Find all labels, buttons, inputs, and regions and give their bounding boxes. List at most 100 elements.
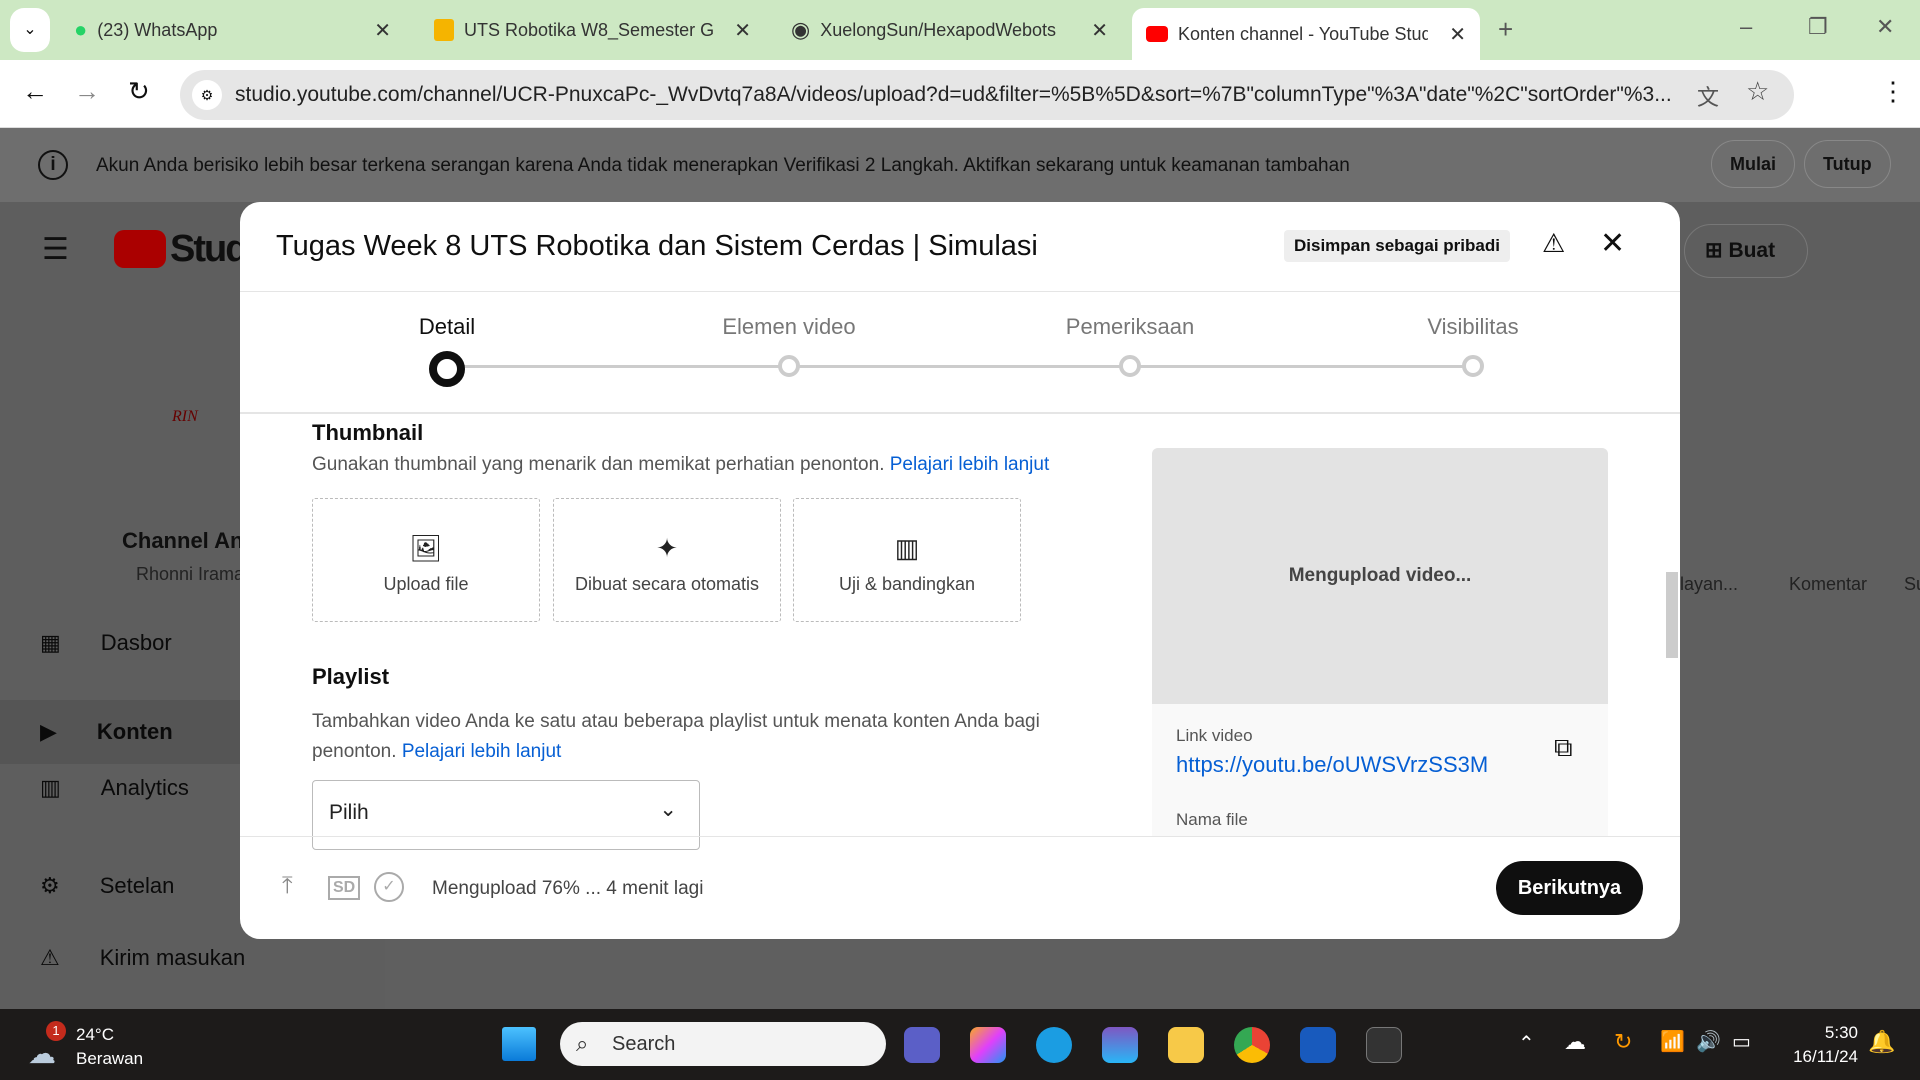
step-detail[interactable]: Detail <box>419 314 475 340</box>
playlist-select[interactable]: Pilih ⌄ <box>312 780 700 850</box>
nav-feedback[interactable]: ⚠ Kirim masukan <box>40 945 245 971</box>
tab-youtube-studio[interactable]: Konten channel - YouTube Stud ✕ <box>1132 8 1480 60</box>
close-window-icon[interactable]: ✕ <box>1876 14 1894 40</box>
volume-icon[interactable]: 🔊 <box>1696 1029 1721 1054</box>
notification-badge: 1 <box>46 1021 66 1041</box>
show-hidden-icons[interactable]: ⌃ <box>1518 1031 1535 1056</box>
feedback-icon: ⚠ <box>40 945 60 970</box>
video-link[interactable]: https://youtu.be/oUWSVrzSS3M <box>1176 752 1488 778</box>
chart-icon: ▥ <box>894 533 920 563</box>
reload-icon[interactable]: ↻ <box>128 76 150 107</box>
step-checks[interactable]: Pemeriksaan <box>1066 314 1194 340</box>
bg-tab: layan... <box>1680 574 1739 594</box>
dialog-scrollbar[interactable] <box>1666 572 1678 658</box>
video-preview-panel: Mengupload video... Link video https://y… <box>1152 448 1608 836</box>
edge-icon[interactable] <box>1036 1027 1072 1063</box>
onedrive-icon[interactable]: ☁ <box>1564 1029 1586 1055</box>
browser-tab-bar: ⌄ ● (23) WhatsApp ✕ UTS Robotika W8_Semest… <box>0 0 1920 60</box>
sheets-icon <box>434 19 454 41</box>
back-icon[interactable]: ← <box>22 76 48 107</box>
sync-icon[interactable]: ↻ <box>1614 1029 1632 1055</box>
bing-icon[interactable] <box>1102 1027 1138 1063</box>
tab-search-button[interactable]: ⌄ <box>10 8 50 52</box>
sparkle-icon: ✦ <box>656 533 678 563</box>
close-tab-icon[interactable]: ✕ <box>734 18 751 43</box>
analytics-icon: ▥ <box>40 775 61 800</box>
file-explorer-icon[interactable] <box>1168 1027 1204 1063</box>
thumbnail-desc: Gunakan thumbnail yang menarik dan memik… <box>312 454 1050 475</box>
url-input[interactable]: studio.youtube.com/channel/UCR-PnuxcaPc-… <box>180 70 1794 120</box>
terminal-icon[interactable] <box>1366 1027 1402 1063</box>
content-icon: ▶ <box>40 719 57 744</box>
nav-analytics[interactable]: ▥ Analytics <box>40 775 189 801</box>
thumbnail-heading: Thumbnail <box>312 420 424 445</box>
notifications-bell-icon[interactable]: 🔔 <box>1868 1029 1895 1055</box>
sd-icon: SD <box>328 876 361 900</box>
upload-icon: ⤒ <box>282 872 293 899</box>
upload-dialog: Tugas Week 8 UTS Robotika dan Sistem Cer… <box>240 202 1680 939</box>
report-icon[interactable]: ⚠ <box>1542 228 1565 259</box>
chrome-icon[interactable] <box>1234 1027 1270 1063</box>
tab-github[interactable]: ◉ XuelongSun/HexapodWebots ✕ <box>777 8 1122 52</box>
check-icon: ✓ <box>374 872 404 902</box>
nav-setelan[interactable]: ⚙ Setelan <box>40 873 174 899</box>
nav-dasbor[interactable]: ▦ Dasbor <box>40 630 172 656</box>
next-button[interactable]: Berikutnya <box>1496 861 1643 915</box>
bookmark-star-icon[interactable]: ☆ <box>1746 76 1769 107</box>
tab-whatsapp[interactable]: ● (23) WhatsApp ✕ <box>60 8 405 52</box>
taskbar: ☁ 1 24°C Berawan ⌕ Search ⌃ ☁ ↻ 📶 🔊 ▭ 5:3… <box>0 1009 1920 1080</box>
weather-widget[interactable]: ☁ 1 24°C Berawan <box>28 1021 168 1069</box>
menu-icon[interactable]: ⋮ <box>1880 76 1906 107</box>
new-tab-icon[interactable]: + <box>1498 14 1513 45</box>
learn-more-link[interactable]: Pelajari lebih lanjut <box>890 454 1050 475</box>
taskbar-search[interactable]: ⌕ Search <box>560 1022 886 1066</box>
site-info-icon[interactable]: ⚙ <box>192 80 222 110</box>
address-bar-row: ← → ↻ studio.youtube.com/channel/UCR-Pnu… <box>0 60 1920 128</box>
cloud-icon: ☁ <box>28 1038 56 1069</box>
link-label: Link video <box>1176 726 1253 745</box>
saved-private-badge: Disimpan sebagai pribadi <box>1284 230 1510 262</box>
bg-tab: Su <box>1904 574 1920 594</box>
close-tab-icon[interactable]: ✕ <box>1091 18 1108 43</box>
close-dialog-icon[interactable]: ✕ <box>1600 226 1625 261</box>
image-upload-icon: 🖼 <box>409 533 443 563</box>
step-video-elements[interactable]: Elemen video <box>722 314 855 340</box>
dialog-title: Tugas Week 8 UTS Robotika dan Sistem Cer… <box>276 230 1038 262</box>
whatsapp-icon: ● <box>74 17 88 42</box>
tab-sheets[interactable]: UTS Robotika W8_Semester Gan ✕ <box>420 8 765 52</box>
chevron-down-icon: ⌄ <box>659 798 677 821</box>
copilot-icon[interactable] <box>970 1027 1006 1063</box>
search-icon: ⌕ <box>576 1031 589 1056</box>
start-button[interactable]: Mulai <box>1711 140 1796 188</box>
forward-icon[interactable]: → <box>74 76 100 107</box>
word-icon[interactable] <box>1300 1027 1336 1063</box>
copy-icon[interactable]: ⧉ <box>1554 732 1573 764</box>
create-button[interactable]: ⊞ Buat <box>1684 224 1808 278</box>
close-tab-icon[interactable]: ✕ <box>1449 22 1466 47</box>
video-preview: Mengupload video... <box>1152 448 1608 704</box>
step-dot-active <box>429 351 465 387</box>
youtube-logo-icon[interactable] <box>114 230 166 268</box>
close-tab-icon[interactable]: ✕ <box>374 18 391 43</box>
learn-more-link[interactable]: Pelajari lebih lanjut <box>402 741 562 762</box>
clock[interactable]: 5:30 16/11/24 <box>1778 1021 1858 1069</box>
upload-status: Mengupload 76% ... 4 menit lagi <box>432 878 704 899</box>
test-compare-button[interactable]: ▥ Uji & bandingkan <box>793 498 1021 622</box>
wifi-icon[interactable]: 📶 <box>1660 1029 1685 1054</box>
translate-icon[interactable]: 文 <box>1697 80 1719 112</box>
channel-avatar[interactable]: RIN <box>172 408 198 426</box>
windows-start-icon[interactable] <box>502 1027 536 1061</box>
upload-file-button[interactable]: 🖼 Upload file <box>312 498 540 622</box>
step-visibility[interactable]: Visibilitas <box>1427 314 1518 340</box>
battery-icon[interactable]: ▭ <box>1732 1029 1751 1054</box>
restore-icon[interactable]: ❐ <box>1808 14 1828 40</box>
hamburger-icon[interactable]: ☰ <box>42 232 69 267</box>
close-banner-button[interactable]: Tutup <box>1804 140 1891 188</box>
youtube-icon <box>1146 26 1168 42</box>
auto-generated-button[interactable]: ✦ Dibuat secara otomatis <box>553 498 781 622</box>
info-icon: i <box>38 150 68 180</box>
teams-icon[interactable] <box>904 1027 940 1063</box>
channel-name: Rhonni Irama <box>136 564 245 584</box>
step-dot <box>1462 355 1484 377</box>
minimize-icon[interactable]: – <box>1740 14 1752 40</box>
